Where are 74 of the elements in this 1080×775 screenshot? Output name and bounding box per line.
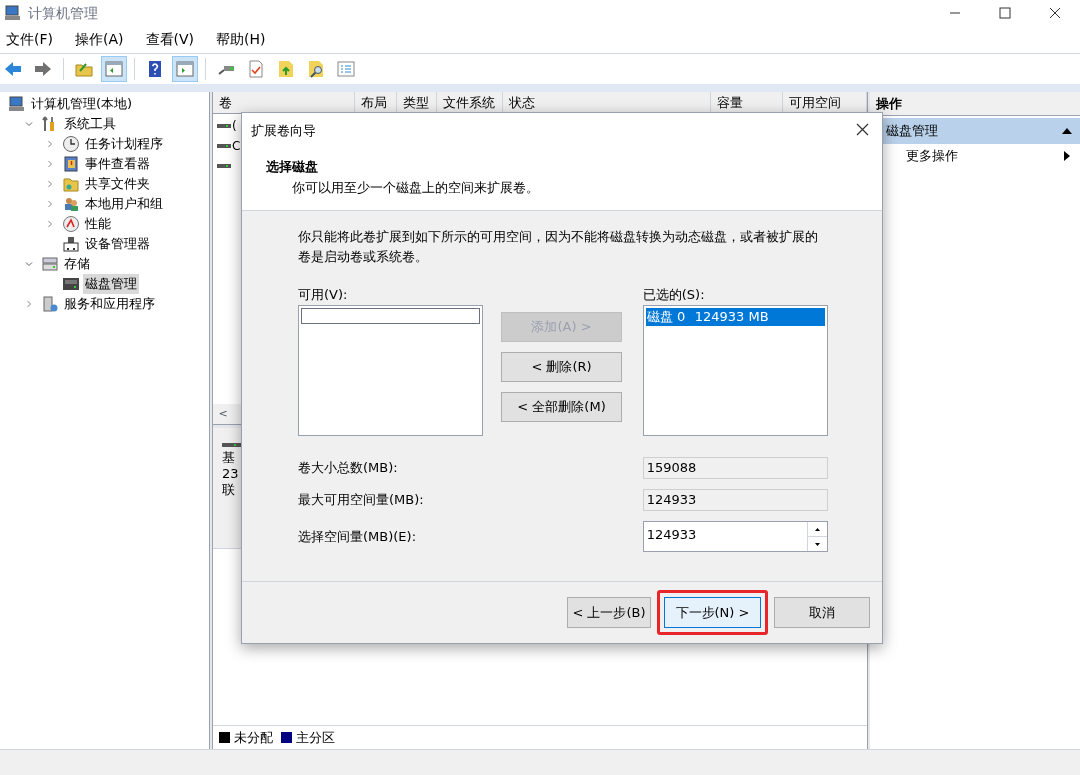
tree-item[interactable]: 服务和应用程序 [62,294,157,314]
disk-info-text: 基 [222,450,235,466]
menu-item[interactable]: 操作(A) [69,29,130,50]
menu-item[interactable]: 文件(F) [0,29,59,50]
list-label: 可用(V): [298,286,348,304]
clock-icon [62,135,80,153]
dialog-button[interactable]: < 上一步(B) [567,597,651,628]
list-icon [336,59,356,79]
users-icon [62,195,80,213]
tree-item[interactable]: 存储 [62,254,92,274]
list-item[interactable]: 磁盘 0 124933 MB [645,308,825,326]
submenu-arrow-icon [1064,151,1070,161]
tree-item[interactable]: 系统工具 [62,114,118,134]
folder-icon [276,59,296,79]
panel-icon [175,59,195,79]
list-move-button[interactable]: < 全部删除(M) [501,392,622,422]
close-icon [855,122,869,136]
device-icon [62,235,80,253]
action-label: 更多操作 [906,147,958,166]
list-move-button[interactable]: < 删除(R) [501,352,622,382]
disk-name: 磁盘 0 [646,308,687,327]
available-list[interactable] [298,305,484,436]
dialog-title: 扩展卷向导 [250,122,316,141]
tree-item[interactable]: 计算机管理(本地) [29,94,135,114]
action-item[interactable]: 更多操作 [870,144,1080,168]
back-arrow-icon [3,59,23,79]
legend-label: 未分配 [234,728,273,747]
panel-icon [104,59,124,79]
down-arrow-icon [815,542,820,546]
storage-icon [41,255,59,273]
disk-size: 124933 MB [694,308,769,327]
dialog-button[interactable]: 下一步(N) > [664,597,761,628]
field-label: 卷大小总数(MB): [298,459,399,478]
scroll-left-arrow[interactable]: < [213,405,233,423]
table-cell-text: ( [232,118,237,135]
tree-item[interactable]: 共享文件夹 [83,174,152,194]
server-icon [41,295,59,313]
forward-arrow-icon [33,59,53,79]
computer-icon [4,4,22,22]
spinner-field[interactable]: 124933 [642,521,828,552]
readonly-field: 124933 [642,489,828,511]
menu-item[interactable]: 查看(V) [139,29,200,50]
description-text: 你只能将此卷扩展到如下所示的可用空间，因为不能将磁盘转换为动态磁盘，或者被扩展的卷是启动卷或系统卷。 [298,228,819,266]
legend-label: 主分区 [296,728,335,747]
disk-info-text: 联 [222,482,235,498]
selected-list[interactable]: 磁盘 0 124933 MB [642,305,828,436]
tree-item[interactable]: 事件查看器 [83,154,152,174]
tree-item[interactable]: 任务计划程序 [83,134,165,154]
window-title: 计算机管理 [28,3,98,23]
close-icon [1049,7,1061,19]
actions-header: 操作 [870,92,1080,116]
search-icon [306,59,326,79]
section-title: 磁盘管理 [886,122,938,141]
field-label: 最大可用空间量(MB): [298,491,425,510]
list-label: 已选的(S): [642,286,705,304]
step-subtitle: 你可以用至少一个磁盘上的空间来扩展卷。 [291,178,539,197]
computer-icon [8,95,26,113]
up-arrow-icon [815,527,820,531]
tree-item[interactable]: 性能 [83,214,113,234]
tree-item[interactable]: 本地用户和组 [83,194,165,214]
menu-item[interactable]: 帮助(H) [210,29,272,50]
dialog-button[interactable]: 取消 [774,597,870,628]
table-cell-text: C [232,138,241,155]
tree-item[interactable]: 磁盘管理 [83,274,139,294]
maximize-icon [999,7,1011,19]
tree-item[interactable]: 设备管理器 [83,234,152,254]
field-label: 选择空间量(MB)(E): [298,527,417,546]
checklist-icon [246,59,266,79]
gauge-icon [62,215,80,233]
collapse-icon[interactable] [1062,128,1072,134]
readonly-field: 159088 [642,457,828,479]
step-heading: 选择磁盘 [265,158,318,176]
shared-folder-icon [62,175,80,193]
disk-info-text: 23 [222,466,239,482]
